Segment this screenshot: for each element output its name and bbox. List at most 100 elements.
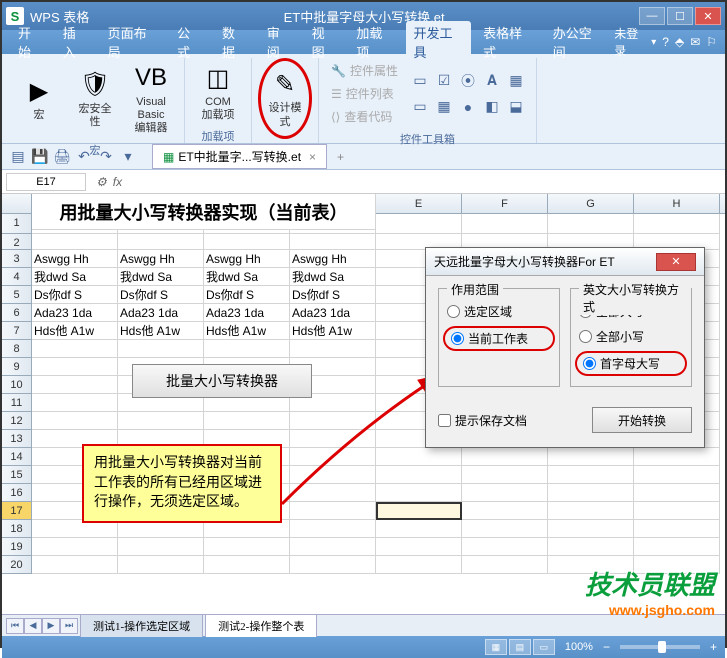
workbook-tab[interactable]: ▦ ET中批量字...写转换.et × [152, 144, 327, 169]
cell[interactable] [290, 412, 376, 430]
cell[interactable] [204, 340, 290, 358]
cell[interactable] [548, 484, 634, 502]
ribbon-btn-1-0[interactable]: ◫COM加载项 [191, 58, 245, 126]
cell[interactable] [32, 358, 118, 376]
cell[interactable] [634, 520, 720, 538]
row-header-10[interactable]: 10 [2, 376, 32, 394]
control-icon[interactable]: ⬓ [506, 97, 526, 117]
cell[interactable] [462, 448, 548, 466]
cell[interactable] [462, 484, 548, 502]
cell[interactable] [462, 538, 548, 556]
cell[interactable] [32, 412, 118, 430]
cell[interactable] [204, 234, 290, 250]
cell[interactable] [32, 394, 118, 412]
login-dropdown-icon[interactable]: ▾ [651, 37, 656, 48]
cell[interactable] [290, 234, 376, 250]
cell[interactable]: Aswgg Hh [204, 250, 290, 268]
col-header-F[interactable]: F [462, 194, 548, 213]
cell[interactable] [204, 556, 290, 574]
ribbon-small-0[interactable]: 🔧控件属性 [327, 60, 402, 81]
qat-btn-4[interactable]: ↷ [96, 147, 116, 167]
tab-nav-0[interactable]: ⏮ [6, 618, 24, 634]
cell[interactable]: 我dwd Sa [32, 268, 118, 286]
workbook-tab-close-icon[interactable]: × [309, 150, 316, 164]
qat-btn-1[interactable]: 💾 [30, 147, 50, 167]
menu-item-0[interactable]: 开始 [10, 21, 51, 63]
cell[interactable] [290, 556, 376, 574]
view-btn-2[interactable]: ▭ [533, 639, 555, 655]
menu-item-2[interactable]: 页面布局 [100, 21, 166, 63]
cell[interactable] [290, 484, 376, 502]
cell[interactable] [548, 520, 634, 538]
cell[interactable] [376, 466, 462, 484]
cell[interactable] [462, 466, 548, 484]
scope-radio-input[interactable] [447, 305, 460, 318]
cell[interactable]: Ds你df S [32, 286, 118, 304]
qat-btn-2[interactable]: 🖨 [52, 147, 72, 167]
row-header-20[interactable]: 20 [2, 556, 32, 574]
cell[interactable] [290, 340, 376, 358]
row-header-5[interactable]: 5 [2, 286, 32, 304]
row-header-18[interactable]: 18 [2, 520, 32, 538]
cell[interactable] [118, 340, 204, 358]
zoom-in-button[interactable]: + [710, 640, 717, 654]
tab-nav-1[interactable]: ◀ [24, 618, 42, 634]
cell[interactable] [634, 484, 720, 502]
save-prompt-checkbox-input[interactable] [438, 414, 451, 427]
cell[interactable] [118, 412, 204, 430]
cell[interactable] [118, 538, 204, 556]
cell[interactable] [204, 538, 290, 556]
cell[interactable] [290, 520, 376, 538]
ribbon-btn-0-1[interactable]: 🛡宏安全性 [68, 58, 122, 140]
row-header-8[interactable]: 8 [2, 340, 32, 358]
close-button[interactable]: ✕ [695, 7, 721, 25]
cell[interactable] [548, 502, 634, 520]
row-header-1[interactable]: 1 [2, 214, 32, 234]
cell[interactable]: Ada23 1da [118, 304, 204, 322]
mode-radio-2[interactable]: 首字母大写 [575, 351, 687, 376]
cell[interactable] [462, 556, 548, 574]
control-icon[interactable]: ▭ [410, 71, 430, 91]
cell[interactable] [118, 556, 204, 574]
cell[interactable]: Ada23 1da [204, 304, 290, 322]
cell[interactable]: Aswgg Hh [290, 250, 376, 268]
login-status[interactable]: 未登录 [614, 25, 645, 59]
start-convert-button[interactable]: 开始转换 [592, 407, 692, 433]
cell[interactable]: Ada23 1da [290, 304, 376, 322]
menu-item-6[interactable]: 视图 [304, 21, 345, 63]
menu-item-3[interactable]: 公式 [169, 21, 210, 63]
scope-radio-0[interactable]: 选定区域 [447, 299, 551, 324]
cell[interactable] [376, 538, 462, 556]
col-header-E[interactable]: E [376, 194, 462, 213]
qat-btn-5[interactable]: ▾ [118, 147, 138, 167]
fx-icon[interactable]: fx [113, 175, 122, 189]
row-header-2[interactable]: 2 [2, 234, 32, 250]
sheet-tab-1[interactable]: 测试2-操作整个表 [205, 614, 317, 637]
menu-icon-2[interactable]: ✉ [690, 35, 700, 49]
control-icon[interactable]: 𝐀 [482, 71, 502, 91]
cell[interactable] [32, 376, 118, 394]
menu-item-5[interactable]: 审阅 [259, 21, 300, 63]
menu-item-10[interactable]: 办公空间 [545, 21, 611, 63]
cell[interactable] [290, 430, 376, 448]
scope-radio-input[interactable] [451, 332, 464, 345]
cell[interactable]: Ada23 1da [32, 304, 118, 322]
control-icon[interactable]: ◧ [482, 97, 502, 117]
cell[interactable] [634, 538, 720, 556]
dialog-titlebar[interactable]: 天远批量字母大小写转换器For ET ✕ [426, 248, 704, 276]
cell[interactable] [376, 484, 462, 502]
cell[interactable] [376, 214, 462, 234]
row-header-9[interactable]: 9 [2, 358, 32, 376]
col-header-G[interactable]: G [548, 194, 634, 213]
control-icon[interactable]: ▦ [434, 97, 454, 117]
row-header-3[interactable]: 3 [2, 250, 32, 268]
merged-title-cell[interactable]: 用批量大小写转换器实现（当前表） [32, 194, 376, 230]
row-header-13[interactable]: 13 [2, 430, 32, 448]
row-header-14[interactable]: 14 [2, 448, 32, 466]
formula-settings-icon[interactable]: ⚙ [96, 175, 107, 189]
control-icon[interactable]: ▭ [410, 97, 430, 117]
tab-nav-3[interactable]: ⏭ [60, 618, 78, 634]
ribbon-btn-0-2[interactable]: VBVisual Basic编辑器 [124, 58, 178, 140]
cell[interactable] [290, 538, 376, 556]
tab-nav-2[interactable]: ▶ [42, 618, 60, 634]
